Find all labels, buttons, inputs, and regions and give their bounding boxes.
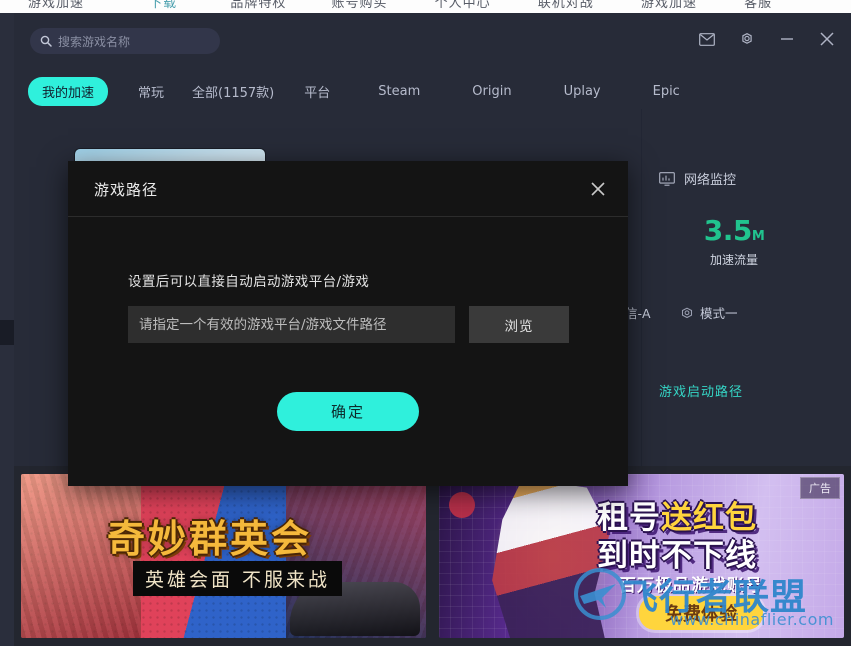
dialog-hint-text: 设置后可以直接自动启动游戏平台/游戏 [128,274,370,290]
background-window-menu: 游戏加速 下载 品牌特权 账号购买 个人中心 联机对战 游戏加速 客服 [0,0,851,13]
browse-button[interactable]: 浏览 [469,306,569,343]
bg-menu-item: 游戏加速 [28,0,85,11]
path-row: 浏览 [128,306,569,343]
background-window-left-notch [0,320,14,345]
dialog-title: 游戏路径 [94,181,159,199]
confirm-button[interactable]: 确定 [277,392,419,431]
dialog-close-icon[interactable] [586,177,610,201]
bg-menu-item: 下载 [149,0,178,11]
game-path-dialog: 游戏路径 设置后可以直接自动启动游戏平台/游戏 浏览 确定 [68,161,628,486]
screen-root: 游戏加速 下载 品牌特权 账号购买 个人中心 联机对战 游戏加速 客服 搜索游戏… [0,0,851,646]
modal-overlay: 游戏路径 设置后可以直接自动启动游戏平台/游戏 浏览 确定 [14,13,851,646]
bg-menu-item: 个人中心 [434,0,491,11]
game-path-input[interactable] [128,306,455,343]
bg-menu-item: 游戏加速 [640,0,697,11]
bg-menu-item: 客服 [744,0,773,11]
dialog-header: 游戏路径 [68,161,628,217]
bg-menu-item: 品牌特权 [230,0,287,11]
app-window: 搜索游戏名称 我的加速 常玩 全部(1157款) 平台 Steam Origin… [14,13,851,646]
background-window-strip: 游戏加速 下载 品牌特权 账号购买 个人中心 联机对战 游戏加速 客服 [0,0,851,13]
bg-menu-item: 联机对战 [537,0,594,11]
bg-menu-item: 账号购买 [331,0,388,11]
